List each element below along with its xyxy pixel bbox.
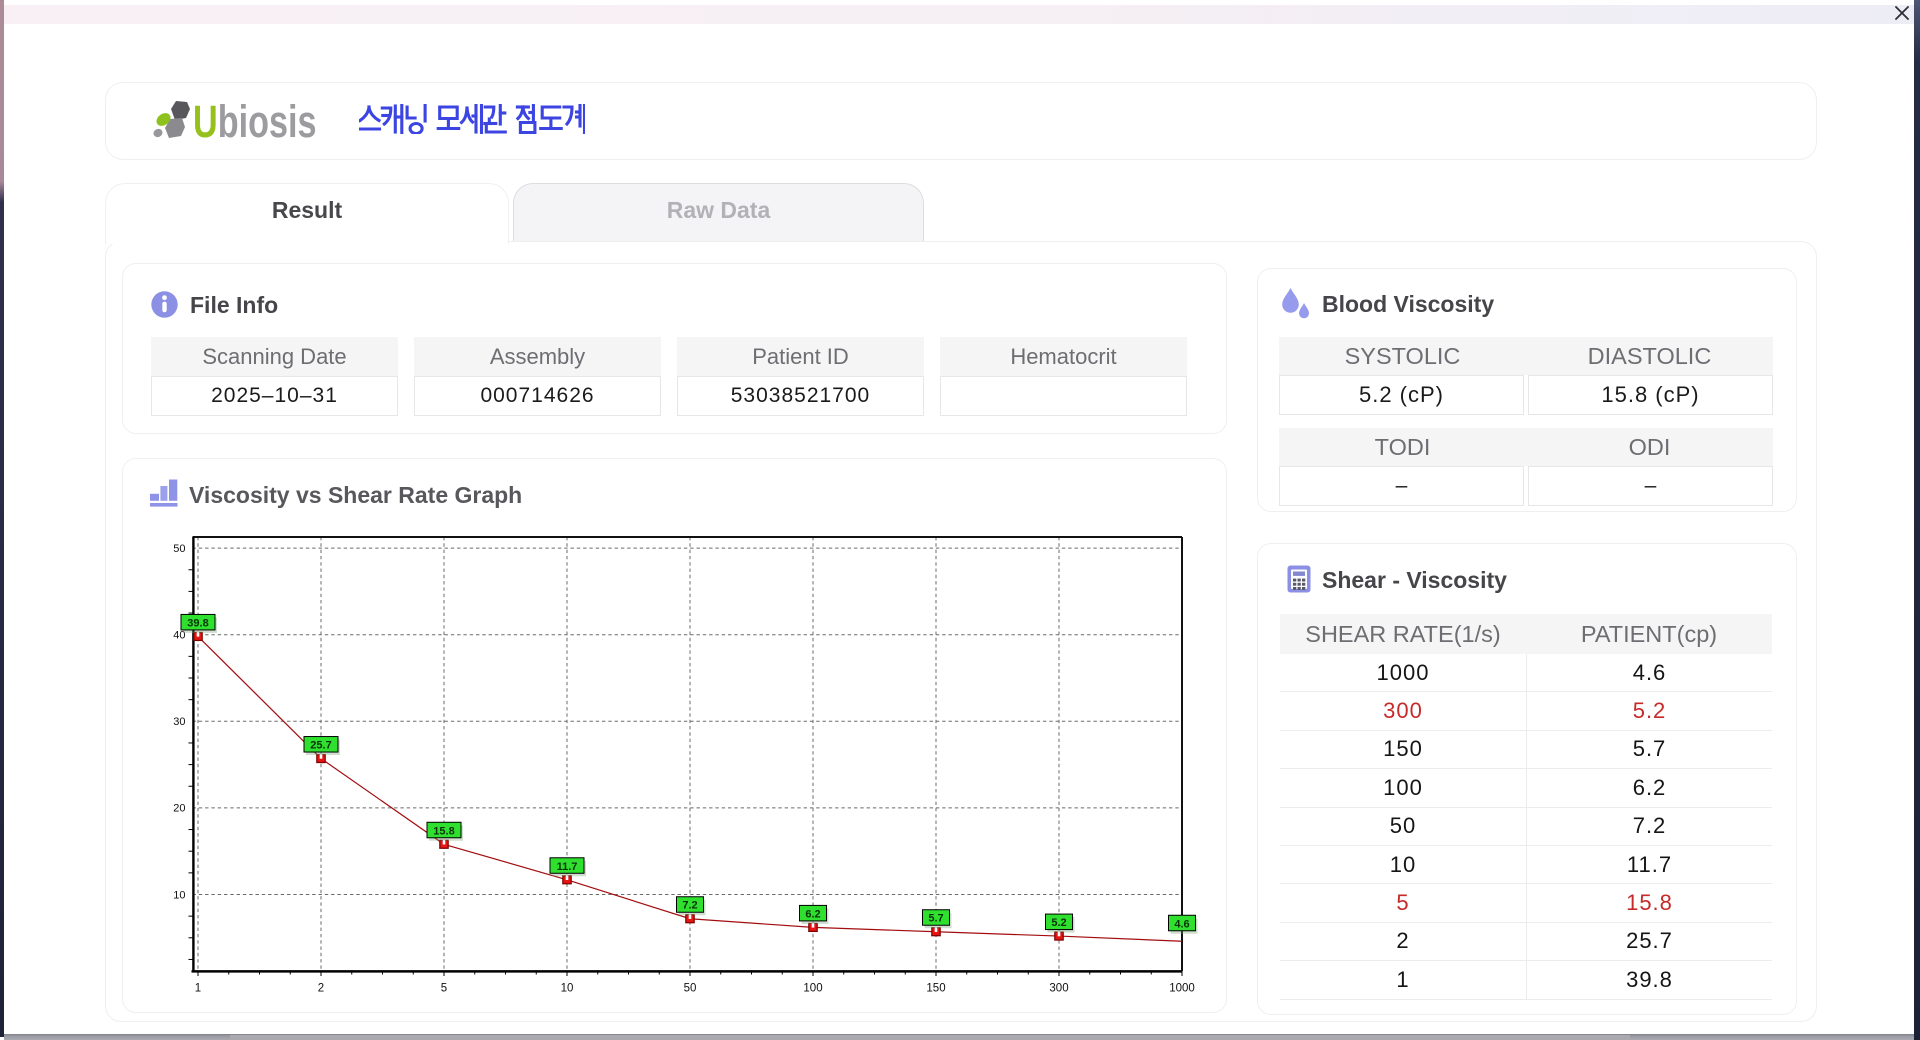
- svg-text:30: 30: [173, 716, 185, 728]
- svg-text:5.2: 5.2: [1051, 917, 1066, 929]
- svg-text:5: 5: [441, 983, 447, 995]
- svg-text:10: 10: [173, 889, 185, 901]
- svg-text:11.7: 11.7: [557, 861, 578, 873]
- svg-text:10: 10: [561, 983, 574, 995]
- svg-text:20: 20: [173, 803, 185, 815]
- svg-text:100: 100: [803, 983, 822, 995]
- svg-text:4.6: 4.6: [1174, 918, 1189, 930]
- svg-text:1000: 1000: [1169, 983, 1195, 995]
- svg-text:150: 150: [926, 983, 945, 995]
- svg-text:50: 50: [173, 543, 185, 555]
- svg-text:50: 50: [684, 983, 697, 995]
- svg-text:300: 300: [1049, 983, 1068, 995]
- svg-text:1: 1: [195, 983, 201, 995]
- svg-text:2: 2: [318, 983, 324, 995]
- svg-text:6.2: 6.2: [805, 908, 820, 920]
- svg-text:7.2: 7.2: [682, 900, 697, 912]
- svg-text:15.8: 15.8: [433, 825, 454, 837]
- svg-text:5.7: 5.7: [928, 913, 943, 925]
- svg-text:25.7: 25.7: [310, 740, 331, 752]
- svg-text:39.8: 39.8: [187, 617, 208, 629]
